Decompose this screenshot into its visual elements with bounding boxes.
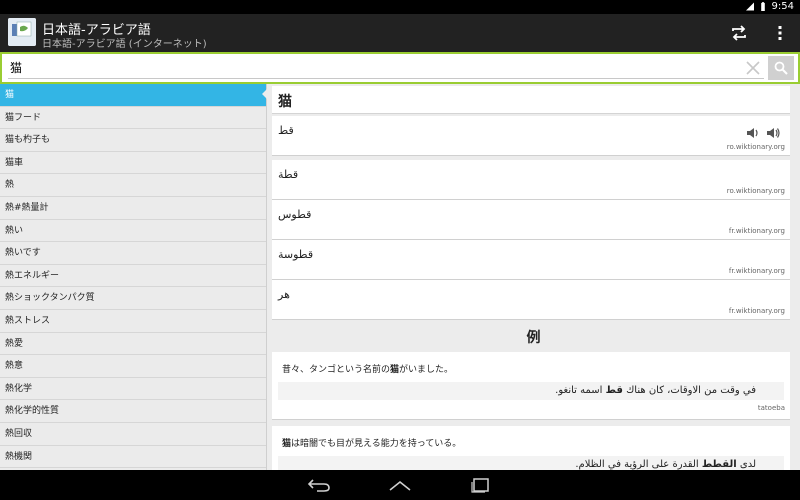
example-arabic-box: لدى القطط القدرة على الرؤية في الظلام. xyxy=(278,456,784,470)
word-list-item[interactable]: 熱愛 xyxy=(0,333,266,356)
clear-icon xyxy=(746,61,760,75)
search-input[interactable] xyxy=(8,57,764,79)
home-icon xyxy=(389,480,411,491)
word-list-item[interactable]: 熱#熱量計 xyxy=(0,197,266,220)
search-icon xyxy=(774,61,788,75)
word-list-item[interactable]: 熱機関 xyxy=(0,446,266,469)
word-list-item[interactable]: 熱エネルギー xyxy=(0,265,266,288)
word-list-item[interactable]: 猫車 xyxy=(0,152,266,175)
translation-source: fr.wiktionary.org xyxy=(728,307,785,315)
back-icon xyxy=(307,479,330,492)
word-list-item[interactable]: 熱いです xyxy=(0,242,266,265)
translation-source: ro.wiktionary.org xyxy=(726,187,785,195)
example-japanese: 猫は暗闇でも目が見える能力を持っている。 xyxy=(282,439,462,449)
app-logo-icon[interactable] xyxy=(8,18,36,46)
headword: 猫 xyxy=(278,94,292,110)
translation-source: fr.wiktionary.org xyxy=(728,227,785,235)
word-list-item[interactable]: 猫 xyxy=(0,84,266,107)
battery-icon xyxy=(760,2,765,11)
search-field xyxy=(8,57,764,79)
search-button[interactable] xyxy=(768,56,794,80)
example-arabic-box: في وقت من الاوقات، كان هناك قط اسمه تانغ… xyxy=(278,382,784,400)
example-arabic: في وقت من الاوقات، كان هناك قط اسمه تانغ… xyxy=(555,385,756,396)
word-list-item[interactable]: 熱回収 xyxy=(0,423,266,446)
screen: { "status_bar": { "time": "9:54" }, "act… xyxy=(0,0,800,500)
translation-card[interactable]: قطة ro.wiktionary.org xyxy=(272,160,790,200)
recents-button[interactable] xyxy=(468,475,494,495)
headword-card: 猫 xyxy=(272,86,790,114)
translation-source: ro.wiktionary.org xyxy=(726,143,785,151)
back-button[interactable] xyxy=(306,475,332,495)
clear-search-button[interactable] xyxy=(744,59,762,77)
translation-text: قطة xyxy=(278,168,299,181)
status-time: 9:54 xyxy=(771,1,794,12)
word-list-item[interactable]: 熱い xyxy=(0,220,266,243)
detail-pane: 猫 قط ro.wiktionary.org قطة ro.wiktionary… xyxy=(267,84,800,470)
overflow-menu-button[interactable] xyxy=(768,21,792,45)
example-source: tatoeba xyxy=(757,404,785,412)
status-bar: 9:54 xyxy=(0,0,800,14)
translation-card[interactable]: قطوس fr.wiktionary.org xyxy=(272,200,790,240)
translation-source: fr.wiktionary.org xyxy=(728,267,785,275)
swap-icon xyxy=(732,25,746,41)
word-list-item[interactable]: 猫も杓子も xyxy=(0,129,266,152)
translation-card[interactable]: هر fr.wiktionary.org xyxy=(272,280,790,320)
recents-icon xyxy=(471,478,489,493)
word-list-item[interactable]: 猫フード xyxy=(0,107,266,130)
speaker-icon[interactable] xyxy=(766,126,780,140)
speaker-icon[interactable] xyxy=(746,126,760,140)
translation-text: قط xyxy=(278,124,294,137)
examples-title: 例 xyxy=(526,330,541,346)
translation-text: قطوس xyxy=(278,208,312,221)
home-button[interactable] xyxy=(387,475,413,495)
search-bar xyxy=(0,52,800,84)
word-list-item[interactable]: 熱意 xyxy=(0,355,266,378)
action-bar: 日本語-アラビア語 日本語-アラビア語 (インターネット) xyxy=(0,14,800,52)
overflow-menu-icon xyxy=(778,26,782,40)
example-card[interactable]: 昔々、タンゴという名前の猫がいました。 في وقت من الاوقات، ك… xyxy=(272,352,790,420)
example-card[interactable]: 猫は暗闇でも目が見える能力を持っている。 لدى القطط القدرة عل… xyxy=(272,426,790,470)
swap-languages-button[interactable] xyxy=(727,21,751,45)
example-arabic: لدى القطط القدرة على الرؤية في الظلام. xyxy=(575,459,756,470)
example-japanese: 昔々、タンゴという名前の猫がいました。 xyxy=(282,365,454,375)
translation-card[interactable]: قط ro.wiktionary.org xyxy=(272,116,790,156)
translation-text: هر xyxy=(278,288,290,301)
word-list-item[interactable]: 熱化学的性質 xyxy=(0,400,266,423)
app-subtitle: 日本語-アラビア語 (インターネット) xyxy=(42,39,207,50)
translation-card[interactable]: قطوسة fr.wiktionary.org xyxy=(272,240,790,280)
signal-icon xyxy=(745,2,754,11)
status-icons: 9:54 xyxy=(745,1,794,12)
word-list-item[interactable]: 熱ショックタンパク質 xyxy=(0,287,266,310)
navigation-bar xyxy=(0,470,800,500)
word-list: 猫 猫フード 猫も杓子も 猫車 熱 熱#熱量計 熱い 熱いです 熱エネルギー 熱… xyxy=(0,84,266,470)
word-list-item[interactable]: 熱 xyxy=(0,174,266,197)
translation-text: قطوسة xyxy=(278,248,314,261)
word-list-item[interactable]: 熱ストレス xyxy=(0,310,266,333)
word-list-item[interactable]: 熱化学 xyxy=(0,378,266,401)
